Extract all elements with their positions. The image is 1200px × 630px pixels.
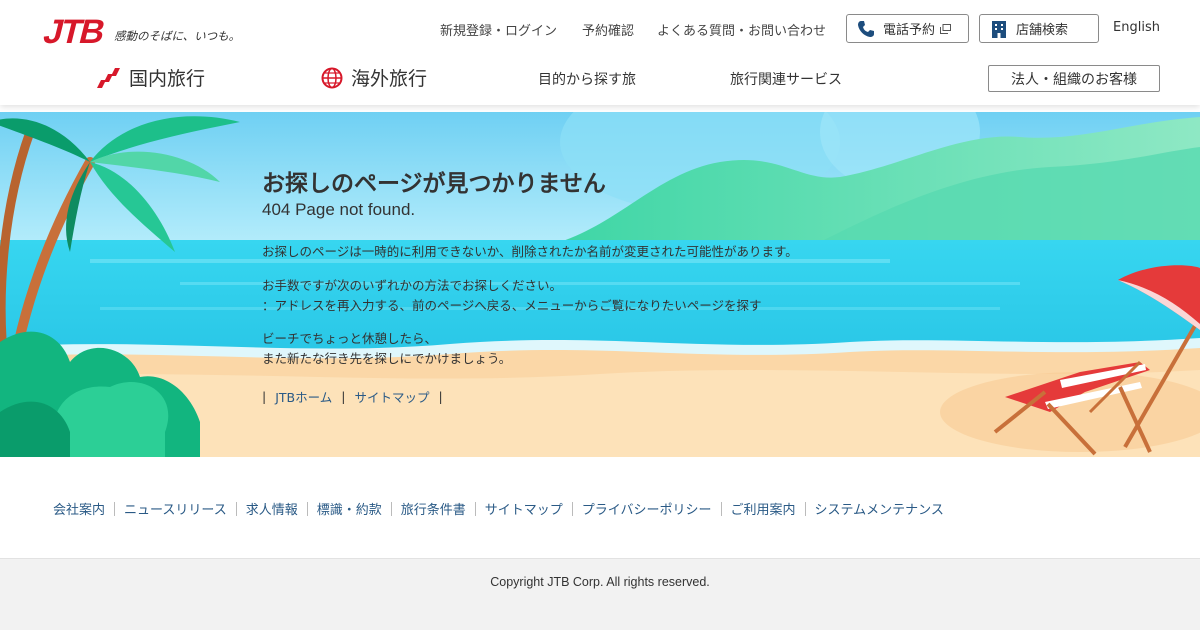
footer-link-maintenance[interactable]: システムメンテナンス <box>815 499 944 518</box>
page-subtitle: 404 Page not found. <box>262 200 416 219</box>
phone-icon <box>857 20 875 38</box>
footer-link-privacy[interactable]: プライバシーポリシー <box>582 499 712 518</box>
footer-separator <box>390 501 392 516</box>
hero-link-list: | JTBホーム | サイトマップ | <box>262 387 452 406</box>
jtb-logo[interactable]: JTB 感動のそばに、いつも。 <box>40 10 240 50</box>
footer-separator <box>571 501 573 516</box>
footer-separator <box>306 501 308 516</box>
logo-tagline: 感動のそばに、いつも。 <box>114 29 241 43</box>
search-methods: ：アドレスを再入力する、前のページへ戻る、メニューからご覧になりたいページを探す <box>262 298 762 313</box>
copyright-text: Copyright JTB Corp. All rights reserved. <box>490 575 710 589</box>
footer-separator <box>114 501 116 516</box>
footer-separator <box>235 501 237 516</box>
not-found-hero: お探しのページが見つかりません 404 Page not found. お探しの… <box>0 112 1200 457</box>
unavailable-notice: お探しのページは一時的に利用できないか、削除されたか名前が変更された可能性があり… <box>262 244 798 259</box>
phone-booking-button[interactable]: 電話予約 <box>846 14 969 43</box>
domestic-travel-icon <box>95 66 121 90</box>
link-separator: | <box>438 389 443 404</box>
beach-message-line2: また新たな行き先を探しにでかけましょう。 <box>262 351 512 366</box>
external-window-icon <box>940 23 952 34</box>
sitemap-link[interactable]: サイトマップ <box>354 387 429 406</box>
jtb-home-link[interactable]: JTBホーム <box>275 387 332 406</box>
nav-overseas-travel[interactable]: 海外旅行 <box>321 64 427 91</box>
footer-separator <box>474 501 476 516</box>
store-search-label: 店舗検索 <box>1016 23 1069 38</box>
globe-icon <box>321 67 343 89</box>
footer-link-sitemap[interactable]: サイトマップ <box>485 499 563 518</box>
footer-link-usage-guide[interactable]: ご利用案内 <box>731 499 796 518</box>
footer-link-travel-conditions[interactable]: 旅行条件書 <box>401 499 466 518</box>
jtb-logo-mark: JTB <box>40 13 108 50</box>
english-link[interactable]: English <box>1113 20 1160 35</box>
copyright-bar: Copyright JTB Corp. All rights reserved. <box>0 558 1200 630</box>
footer-link-news[interactable]: ニュースリリース <box>124 499 227 518</box>
footer-separator <box>804 501 806 516</box>
faq-link[interactable]: よくある質問・お問い合わせ <box>657 20 826 39</box>
link-separator: | <box>341 389 346 404</box>
footer-links: 会社案内 ニュースリリース 求人情報 標識・約款 旅行条件書 サイトマップ プラ… <box>53 499 944 518</box>
nav-domestic-label: 国内旅行 <box>129 68 206 90</box>
nav-travel-services[interactable]: 旅行関連サービス <box>730 69 842 89</box>
beach-message-line1: ビーチでちょっと休憩したら、 <box>262 331 438 346</box>
footer-link-company[interactable]: 会社案内 <box>53 499 105 518</box>
nav-domestic-travel[interactable]: 国内旅行 <box>95 64 205 91</box>
search-instructions: お手数ですが次のいずれかの方法でお探しください。 <box>262 278 563 293</box>
login-link[interactable]: 新規登録・ログイン <box>440 20 557 39</box>
link-separator: | <box>262 389 267 404</box>
footer-link-terms[interactable]: 標識・約款 <box>317 499 382 518</box>
store-search-button[interactable]: 店舗検索 <box>979 14 1099 43</box>
corporate-customers-button[interactable]: 法人・組織のお客様 <box>988 65 1160 92</box>
nav-overseas-label: 海外旅行 <box>351 68 428 90</box>
reservation-check-link[interactable]: 予約確認 <box>582 20 634 39</box>
page-title: お探しのページが見つかりません <box>262 171 606 197</box>
footer-separator <box>720 501 722 516</box>
site-header: JTB 感動のそばに、いつも。 新規登録・ログイン 予約確認 よくある質問・お問… <box>0 0 1200 105</box>
svg-text:JTB: JTB <box>40 13 108 50</box>
building-icon <box>990 20 1008 38</box>
footer-link-careers[interactable]: 求人情報 <box>246 499 298 518</box>
phone-booking-label: 電話予約 <box>883 23 936 38</box>
nav-by-purpose[interactable]: 目的から探す旅 <box>538 69 636 89</box>
